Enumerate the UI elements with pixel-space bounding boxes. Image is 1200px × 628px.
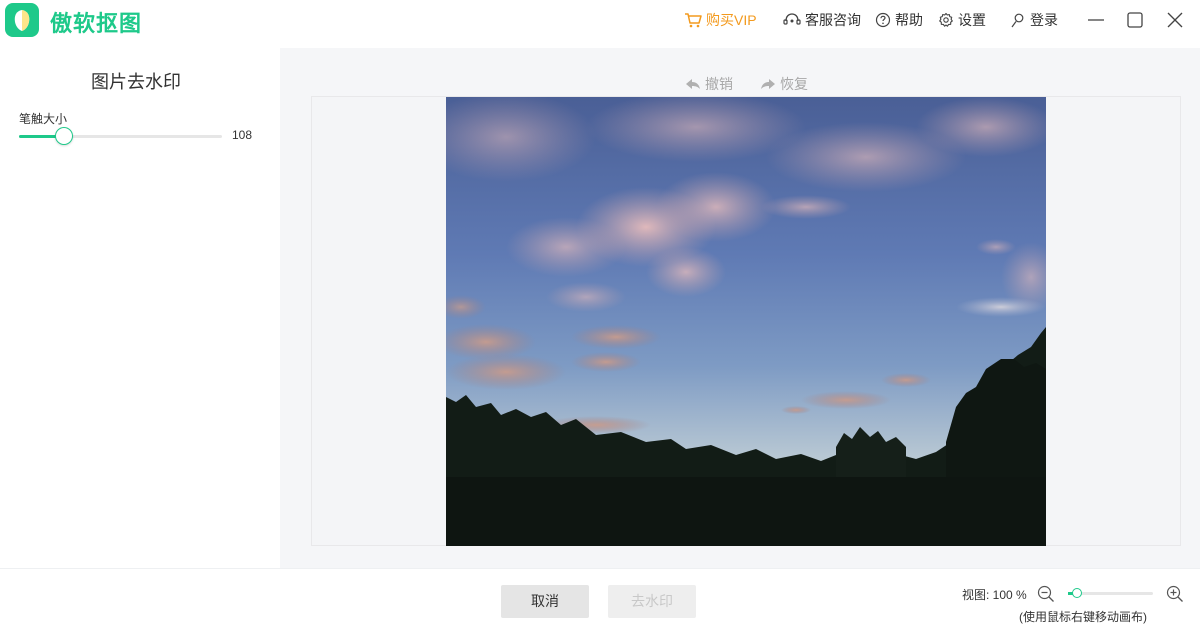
maximize-icon [1127, 12, 1143, 28]
brush-size-slider-thumb[interactable] [54, 127, 73, 145]
app-name: 傲软抠图 [50, 11, 143, 36]
minimize-icon [1088, 19, 1104, 21]
login-button[interactable]: 登录 [1010, 10, 1058, 30]
bottom-bar: 取消 去水印 视图: 100 % (使用鼠标右键移动画布) [0, 568, 1200, 628]
remove-watermark-button[interactable]: 去水印 [608, 585, 696, 618]
work-area: 撤销 恢复 [280, 48, 1200, 568]
settings-label: 设置 [958, 12, 986, 28]
redo-icon [761, 79, 775, 89]
sky-photo[interactable] [446, 97, 1046, 546]
login-label: 登录 [1030, 12, 1058, 28]
redo-label: 恢复 [780, 76, 808, 92]
brush-size-label: 笔触大小 [19, 112, 68, 126]
zoom-level: 视图: 100 % [962, 588, 1027, 602]
customer-service-label: 客服咨询 [805, 12, 861, 28]
canvas-move-hint: (使用鼠标右键移动画布) [1019, 610, 1147, 624]
zoom-slider[interactable] [1068, 588, 1153, 598]
undo-button[interactable]: 撤销 [685, 74, 733, 94]
close-icon [1167, 12, 1183, 28]
undo-icon [686, 79, 700, 89]
user-icon [1011, 13, 1024, 28]
close-button[interactable] [1163, 8, 1187, 32]
zoom-in-icon [1166, 585, 1183, 602]
buy-vip-button[interactable]: 购买VIP [684, 10, 757, 30]
zoom-slider-thumb[interactable] [1071, 588, 1082, 598]
title-bar: 傲软抠图 购买VIP 客服咨询 帮助 设置 登录 [0, 0, 1200, 40]
gear-icon [939, 12, 953, 27]
help-button[interactable]: 帮助 [875, 10, 923, 30]
zoom-out-button[interactable] [1037, 585, 1055, 608]
undo-label: 撤销 [705, 76, 733, 92]
minimize-button[interactable] [1084, 8, 1108, 32]
image-canvas[interactable] [311, 96, 1181, 546]
brush-size-slider[interactable] [19, 127, 222, 145]
customer-service-button[interactable]: 客服咨询 [783, 10, 861, 30]
zoom-in-button[interactable] [1166, 585, 1184, 608]
left-panel: 图片去水印 笔触大小 108 [0, 48, 280, 568]
settings-button[interactable]: 设置 [938, 10, 986, 30]
help-icon [875, 12, 891, 28]
cart-icon [685, 13, 702, 28]
buy-vip-label: 购买VIP [706, 12, 757, 28]
headset-icon [783, 13, 801, 25]
zoom-out-icon [1037, 585, 1054, 602]
help-label: 帮助 [895, 12, 923, 28]
panel-title: 图片去水印 [91, 72, 181, 92]
redo-button[interactable]: 恢复 [760, 74, 808, 94]
maximize-button[interactable] [1123, 8, 1147, 32]
cancel-button[interactable]: 取消 [501, 585, 589, 618]
app-logo [5, 3, 39, 37]
brush-size-value: 108 [232, 128, 253, 142]
